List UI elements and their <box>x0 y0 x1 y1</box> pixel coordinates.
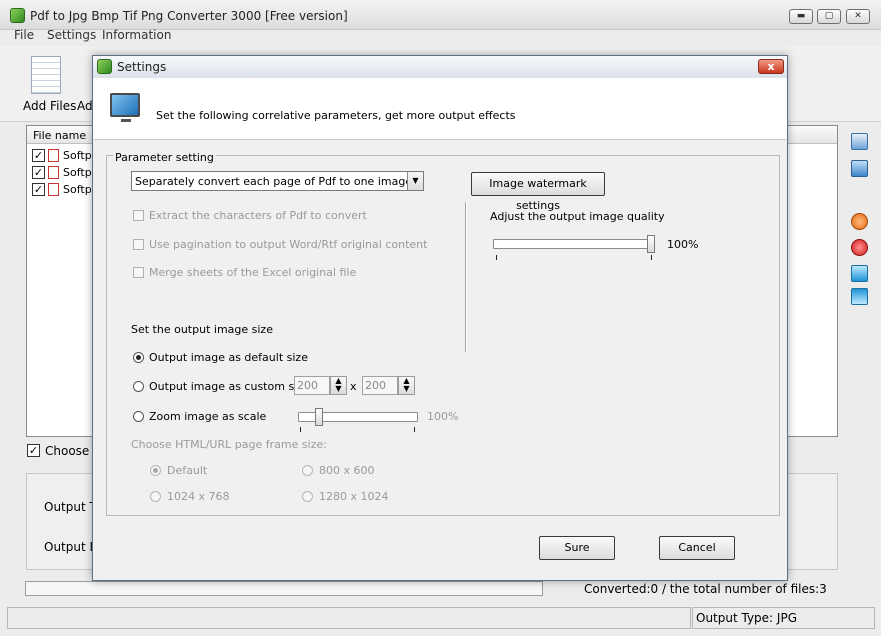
pagination-label: Use pagination to output Word/Rtf origin… <box>149 238 428 251</box>
list-view-icon[interactable] <box>851 133 868 150</box>
sure-button[interactable]: Sure <box>539 536 615 560</box>
delete-all-icon[interactable] <box>851 239 868 256</box>
status-output-type: Output Type: JPG <box>696 611 797 625</box>
dialog-logo-icon <box>97 59 112 74</box>
vertical-divider <box>465 202 467 352</box>
settings-dialog: Settings x Set the following correlative… <box>92 55 788 581</box>
quality-slider-thumb[interactable] <box>647 235 655 253</box>
width-stepper-icon[interactable]: ▲ ▼ <box>330 376 347 395</box>
zoom-scale-radio[interactable] <box>133 411 144 422</box>
menu-settings[interactable]: Settings <box>47 28 96 42</box>
size-default-radio[interactable] <box>133 352 144 363</box>
dialog-header: Set the following correlative parameters… <box>93 78 787 140</box>
custom-height-input[interactable]: 200 <box>362 376 398 395</box>
frame-1024-label: 1024 x 768 <box>167 490 230 503</box>
frame-1280-label: 1280 x 1024 <box>319 490 389 503</box>
merge-sheets-checkbox[interactable] <box>133 267 144 278</box>
zoom-tick-min <box>300 427 301 432</box>
height-stepper-icon[interactable]: ▲ ▼ <box>398 376 415 395</box>
maximize-button[interactable]: ▢ <box>817 9 841 24</box>
parameter-setting-label: Parameter setting <box>113 151 216 164</box>
conversion-mode-select[interactable]: Separately convert each page of Pdf to o… <box>131 171 424 191</box>
frame-800-label: 800 x 600 <box>319 464 375 477</box>
dialog-title: Settings <box>117 60 167 74</box>
file-checkbox[interactable]: ✓ <box>32 149 45 162</box>
image-watermark-button[interactable]: Image watermark settings <box>471 172 605 212</box>
status-panel <box>7 607 691 629</box>
size-custom-radio[interactable] <box>133 381 144 392</box>
merge-sheets-label: Merge sheets of the Excel original file <box>149 266 357 279</box>
app-logo-icon <box>10 8 25 23</box>
quality-slider-track[interactable] <box>493 239 655 249</box>
remove-icon[interactable] <box>851 213 868 230</box>
menu-file[interactable]: File <box>14 28 34 42</box>
conversion-mode-value: Separately convert each page of Pdf to o… <box>135 175 413 188</box>
frame-1280-radio[interactable] <box>302 491 313 502</box>
quality-tick-min <box>496 255 497 260</box>
custom-width-input[interactable]: 200 <box>294 376 330 395</box>
converted-status: Converted:0 / the total number of files:… <box>584 582 827 596</box>
pdf-file-icon <box>48 149 59 162</box>
add-folder-button[interactable]: Ad <box>77 99 93 113</box>
minimize-button[interactable]: ▬ <box>789 9 813 24</box>
cancel-button[interactable]: Cancel <box>659 536 735 560</box>
dialog-description: Set the following correlative parameters… <box>156 109 516 122</box>
move-up-icon[interactable] <box>851 265 868 282</box>
add-files-button[interactable]: Add Files <box>23 99 76 113</box>
progress-bar <box>25 581 543 596</box>
add-files-icon <box>31 56 61 94</box>
zoom-value: 100% <box>427 410 459 423</box>
zoom-scale-label: Zoom image as scale <box>149 410 267 423</box>
pagination-checkbox[interactable] <box>133 239 144 250</box>
monitor-icon <box>110 93 140 117</box>
pdf-file-icon <box>48 183 59 196</box>
frame-1024-radio[interactable] <box>150 491 161 502</box>
zoom-slider-thumb[interactable] <box>314 408 323 426</box>
size-custom-label: Output image as custom size <box>149 380 310 393</box>
quality-label: Adjust the output image quality <box>490 210 665 223</box>
file-checkbox[interactable]: ✓ <box>32 166 45 179</box>
dialog-close-button[interactable]: x <box>758 59 784 74</box>
choose-checkbox[interactable]: ✓ <box>27 444 40 457</box>
extract-characters-label: Extract the characters of Pdf to convert <box>149 209 367 222</box>
size-heading: Set the output image size <box>131 323 273 336</box>
close-button[interactable]: ✕ <box>846 9 870 24</box>
size-separator: x <box>350 380 357 393</box>
column-file-name[interactable]: File name <box>33 129 86 142</box>
dialog-titlebar <box>93 56 787 78</box>
move-down-icon[interactable] <box>851 288 868 305</box>
extract-characters-checkbox[interactable] <box>133 210 144 221</box>
add-folder-icon[interactable] <box>851 160 868 177</box>
pdf-file-icon <box>48 166 59 179</box>
quality-tick-max <box>651 255 652 260</box>
frame-size-heading: Choose HTML/URL page frame size: <box>131 438 327 451</box>
file-checkbox[interactable]: ✓ <box>32 183 45 196</box>
monitor-stand <box>121 119 131 122</box>
quality-value: 100% <box>667 238 699 251</box>
window-title: Pdf to Jpg Bmp Tif Png Converter 3000 [F… <box>30 9 348 23</box>
size-default-label: Output image as default size <box>149 351 308 364</box>
zoom-tick-max <box>414 427 415 432</box>
chevron-down-icon[interactable]: ▼ <box>407 172 423 190</box>
frame-default-label: Default <box>167 464 208 477</box>
menu-information[interactable]: Information <box>102 28 171 42</box>
frame-800-radio[interactable] <box>302 465 313 476</box>
frame-default-radio[interactable] <box>150 465 161 476</box>
